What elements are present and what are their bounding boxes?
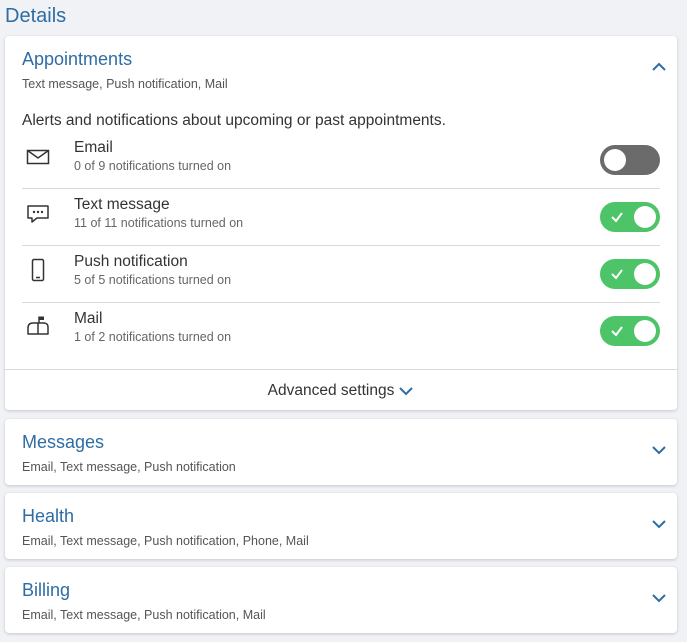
billing-header[interactable]: Billing Email, Text message, Push notifi… xyxy=(5,567,677,633)
billing-subtitle: Email, Text message, Push notification, … xyxy=(22,608,266,622)
messages-title: Messages xyxy=(22,432,105,452)
channel-name: Text message xyxy=(74,196,170,213)
appointments-title: Appointments xyxy=(22,49,133,69)
messages-header[interactable]: Messages Email, Text message, Push notif… xyxy=(5,419,677,485)
channel-row-mail: Mail 1 of 2 notifications turned on xyxy=(22,302,660,359)
toggle-knob xyxy=(634,263,656,285)
chevron-down-icon[interactable] xyxy=(651,518,667,530)
envelope-icon xyxy=(26,145,50,169)
channel-count: 0 of 9 notifications turned on xyxy=(74,159,232,173)
health-card[interactable]: Health Email, Text message, Push notific… xyxy=(5,493,677,559)
health-subtitle: Email, Text message, Push notification, … xyxy=(22,534,309,548)
appointments-card: Appointments Text message, Push notifica… xyxy=(5,36,677,410)
mail-toggle[interactable] xyxy=(600,316,660,346)
billing-card[interactable]: Billing Email, Text message, Push notifi… xyxy=(5,567,677,633)
advanced-settings-label: Advanced settings xyxy=(267,382,395,399)
billing-title: Billing xyxy=(22,580,71,600)
appointments-description: Alerts and notifications about upcoming … xyxy=(22,112,446,129)
health-header[interactable]: Health Email, Text message, Push notific… xyxy=(5,493,677,559)
messages-card[interactable]: Messages Email, Text message, Push notif… xyxy=(5,419,677,485)
push-notification-toggle[interactable] xyxy=(600,259,660,289)
channel-name: Push notification xyxy=(74,253,188,270)
chevron-down-icon xyxy=(399,387,414,396)
appointments-header[interactable]: Appointments Text message, Push notifica… xyxy=(5,36,677,102)
channel-count: 1 of 2 notifications turned on xyxy=(74,330,232,344)
messages-subtitle: Email, Text message, Push notification xyxy=(22,460,236,474)
appointments-subtitle: Text message, Push notification, Mail xyxy=(22,77,228,91)
channel-name: Email xyxy=(74,139,113,156)
toggle-knob xyxy=(634,206,656,228)
channel-count: 11 of 11 notifications turned on xyxy=(74,216,244,230)
health-title: Health xyxy=(22,506,75,526)
channel-row-email: Email 0 of 9 notifications turned on xyxy=(22,131,660,189)
email-toggle[interactable] xyxy=(600,145,660,175)
toggle-knob xyxy=(604,149,626,171)
text-message-toggle[interactable] xyxy=(600,202,660,232)
phone-icon xyxy=(26,258,50,282)
check-icon xyxy=(611,212,623,223)
chevron-up-icon[interactable] xyxy=(651,61,667,73)
channel-name: Mail xyxy=(74,310,103,327)
channel-row-push-notification: Push notification 5 of 5 notifications t… xyxy=(22,245,660,303)
mailbox-icon xyxy=(26,314,50,338)
channel-row-text-message: Text message 11 of 11 notifications turn… xyxy=(22,188,660,246)
advanced-settings-button[interactable]: Advanced settings xyxy=(5,370,677,410)
chevron-down-icon[interactable] xyxy=(651,592,667,604)
chevron-down-icon[interactable] xyxy=(651,444,667,456)
toggle-knob xyxy=(634,320,656,342)
channel-count: 5 of 5 notifications turned on xyxy=(74,273,232,287)
check-icon xyxy=(611,269,623,280)
check-icon xyxy=(611,326,623,337)
chat-bubble-icon xyxy=(26,202,50,226)
page-title: Details xyxy=(5,5,67,27)
